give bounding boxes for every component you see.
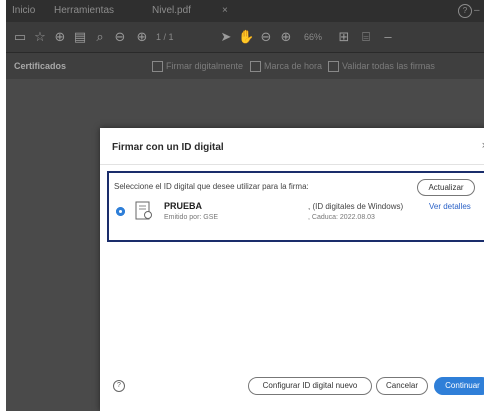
acrobat-window: Inicio Herramientas Nivel.pdf × ? – ▭ ☆ … bbox=[6, 0, 484, 411]
page-display[interactable]: 1 / 1 bbox=[156, 32, 174, 42]
continue-button[interactable]: Continuar bbox=[434, 377, 484, 395]
previous-page-icon[interactable]: ⊕ bbox=[134, 30, 150, 44]
certificates-title: Certificados bbox=[14, 61, 67, 71]
zoom-out-minus-icon[interactable]: ⊖ bbox=[258, 30, 274, 44]
clock-icon bbox=[250, 61, 261, 73]
help-icon[interactable]: ? bbox=[113, 380, 125, 392]
upload-icon[interactable]: ⊕ bbox=[52, 30, 68, 44]
zoom-out-icon[interactable]: ⊖ bbox=[112, 30, 128, 44]
digital-id-radio[interactable] bbox=[116, 207, 125, 216]
document-tab[interactable]: Nivel.pdf bbox=[152, 5, 191, 16]
minimize-icon[interactable]: – bbox=[474, 5, 480, 16]
more-tools-icon[interactable]: – bbox=[380, 30, 396, 44]
pen-icon bbox=[152, 61, 163, 73]
timestamp-action[interactable]: Marca de hora bbox=[250, 61, 323, 73]
dialog-title: Firmar con un ID digital bbox=[112, 142, 224, 153]
validate-signatures-label: Validar todas las firmas bbox=[342, 61, 435, 71]
hand-icon[interactable]: ✋ bbox=[238, 30, 254, 44]
comment-icon[interactable]: ⌸ bbox=[358, 30, 374, 44]
cancel-button[interactable]: Cancelar bbox=[376, 377, 428, 395]
document-tab-close-icon[interactable]: × bbox=[222, 5, 228, 16]
certificate-issuer: Emitido por: GSE bbox=[164, 214, 219, 221]
sign-digitally-action[interactable]: Firmar digitalmente bbox=[152, 61, 244, 73]
save-icon[interactable]: ▭ bbox=[12, 30, 28, 44]
fit-page-icon[interactable]: ⊞ bbox=[336, 30, 352, 44]
sign-digitally-label: Firmar digitalmente bbox=[166, 61, 244, 71]
certificates-toolbar: Certificados Firmar digitalmente Marca d… bbox=[6, 53, 484, 79]
search-icon[interactable]: ⌕ bbox=[92, 30, 108, 44]
print-icon[interactable]: ▤ bbox=[72, 30, 88, 44]
certificate-name: PRUEBA bbox=[164, 201, 203, 211]
refresh-button[interactable]: Actualizar bbox=[417, 179, 475, 196]
check-icon bbox=[328, 61, 339, 73]
divider bbox=[100, 164, 484, 165]
bookmark-star-icon[interactable]: ☆ bbox=[32, 30, 48, 44]
select-cursor-icon[interactable]: ➤ bbox=[218, 30, 234, 44]
close-icon[interactable]: × bbox=[482, 140, 484, 152]
validate-signatures-action[interactable]: Validar todas las firmas bbox=[328, 61, 435, 73]
zoom-in-icon[interactable]: ⊕ bbox=[278, 30, 294, 44]
certificate-expiry: , Caduca: 2022.08.03 bbox=[308, 214, 375, 221]
timestamp-label: Marca de hora bbox=[264, 61, 323, 71]
menu-home[interactable]: Inicio bbox=[12, 5, 35, 16]
certificate-icon bbox=[135, 201, 152, 220]
digital-id-selection-panel: Seleccione el ID digital que desee utili… bbox=[107, 171, 484, 242]
toolbar: ▭ ☆ ⊕ ▤ ⌕ ⊖ ⊕ 1 / 1 ➤ ✋ ⊖ ⊕ 66% ⊞ ⌸ – bbox=[6, 22, 484, 53]
selection-prompt: Seleccione el ID digital que desee utili… bbox=[114, 182, 309, 191]
certificate-type: , (ID digitales de Windows) bbox=[308, 202, 404, 211]
configure-new-digital-id-button[interactable]: Configurar ID digital nuevo bbox=[248, 377, 372, 395]
menu-bar: Inicio Herramientas Nivel.pdf × ? – bbox=[6, 0, 484, 22]
zoom-level[interactable]: 66% bbox=[304, 32, 322, 42]
menu-tools[interactable]: Herramientas bbox=[54, 5, 114, 16]
sign-with-digital-id-dialog: Firmar con un ID digital × Seleccione el… bbox=[100, 128, 484, 411]
help-icon[interactable]: ? bbox=[458, 4, 472, 18]
view-details-link[interactable]: Ver detalles bbox=[429, 202, 471, 211]
